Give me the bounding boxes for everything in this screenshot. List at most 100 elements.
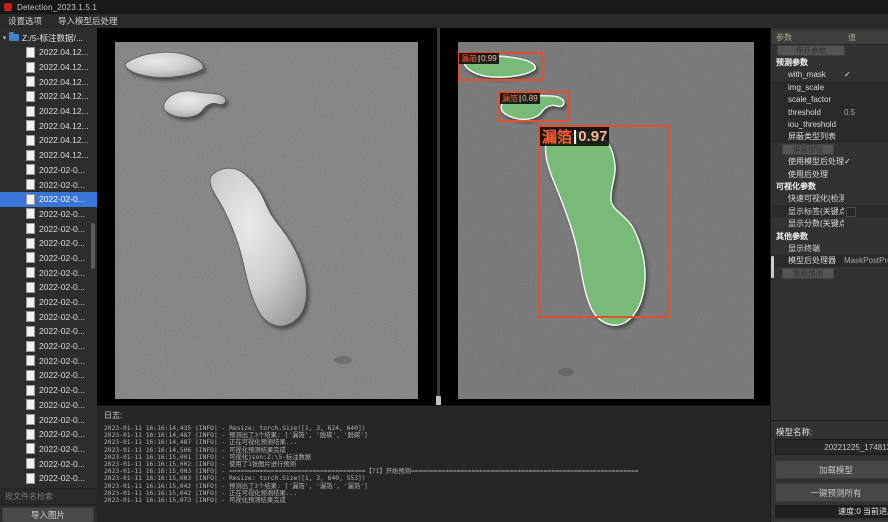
import-images-button[interactable]: 导入图片 bbox=[2, 507, 94, 522]
tree-item[interactable]: 2022.04.12... bbox=[0, 74, 97, 89]
tree-item-label: 2022-02-0... bbox=[39, 238, 85, 248]
tree-item-label: 2022.04.12... bbox=[39, 91, 89, 101]
tree-item[interactable]: 2022-02-0... bbox=[0, 412, 97, 427]
file-icon bbox=[26, 150, 35, 161]
detection-box-3 bbox=[538, 125, 669, 318]
tree-item[interactable]: 2022-02-0... bbox=[0, 221, 97, 236]
param-row[interactable]: 屏蔽类型列表 bbox=[772, 131, 888, 143]
param-row[interactable]: 显示分数(关键点) bbox=[772, 217, 888, 229]
chevron-down-icon[interactable]: ▾ bbox=[0, 34, 9, 42]
tree-item[interactable]: 2022.04.12... bbox=[0, 104, 97, 119]
tree-item[interactable]: 2022-02-0... bbox=[0, 368, 97, 383]
file-icon bbox=[26, 385, 35, 396]
file-tree[interactable]: ▾ Z:/5-标注数据/... 2022.04.12...2022.04.12.… bbox=[0, 30, 97, 488]
tree-root[interactable]: ▾ Z:/5-标注数据/... bbox=[0, 30, 97, 45]
tree-item[interactable]: 2022-02-0... bbox=[0, 177, 97, 192]
predict-all-button[interactable]: 一键预测所有 bbox=[775, 483, 888, 502]
param-row[interactable]: img_scale bbox=[772, 81, 888, 93]
param-row[interactable]: scale_factor bbox=[772, 94, 888, 106]
param-row[interactable]: 模型后处理器MaskPostPro bbox=[772, 255, 888, 267]
param-row[interactable]: with_mask✓ bbox=[772, 69, 888, 81]
file-icon bbox=[26, 370, 35, 381]
tree-item[interactable]: 2022-02-0... bbox=[0, 251, 97, 266]
file-icon bbox=[26, 414, 35, 425]
file-icon bbox=[26, 341, 35, 352]
tree-item[interactable]: 2022.04.12... bbox=[0, 89, 97, 104]
tree-item[interactable]: 2022-02-0... bbox=[0, 236, 97, 251]
tree-item-label: 2022.04.12... bbox=[39, 77, 89, 87]
tree-item[interactable]: 2022.04.12... bbox=[0, 133, 97, 148]
tree-item-label: 2022.04.12... bbox=[39, 150, 89, 160]
tree-item[interactable]: 2022.04.12... bbox=[0, 45, 97, 60]
param-section[interactable]: 其他参数 bbox=[772, 230, 888, 242]
file-icon bbox=[26, 120, 35, 131]
tree-item-label: 2022-02-0... bbox=[39, 341, 85, 351]
file-icon bbox=[26, 473, 35, 484]
param-action-button[interactable]: 屏蔽按钮 bbox=[782, 144, 834, 155]
tree-item[interactable]: 2022-02-0... bbox=[0, 471, 97, 486]
menu-item-1[interactable]: 设置选项 bbox=[0, 14, 50, 28]
param-row[interactable]: 快速可视化(检测) bbox=[772, 193, 888, 205]
tree-item-label: 2022-02-0... bbox=[39, 400, 85, 410]
param-button-row[interactable]: 重新预测 bbox=[772, 267, 888, 279]
model-name-input[interactable] bbox=[775, 439, 888, 455]
tree-item[interactable]: 2022.04.12... bbox=[0, 148, 97, 163]
param-row[interactable]: 使用模型后处理✓ bbox=[772, 156, 888, 168]
param-row[interactable]: iou_threshold bbox=[772, 118, 888, 130]
tree-item[interactable]: 2022-02-0... bbox=[0, 207, 97, 222]
param-row[interactable]: 显示终端 bbox=[772, 242, 888, 254]
detection-label-2: 漏箔|0.89 bbox=[500, 93, 540, 104]
save-params-button[interactable]: 保存参数 bbox=[777, 45, 845, 56]
tree-item-label: 2022-02-0... bbox=[39, 473, 85, 483]
param-checkbox[interactable] bbox=[846, 207, 856, 217]
param-row[interactable]: 显示标签(关键点) bbox=[772, 205, 888, 217]
param-row[interactable]: 使用后处理 bbox=[772, 168, 888, 180]
app-logo-icon bbox=[4, 3, 12, 11]
param-label: threshold bbox=[772, 108, 844, 117]
param-section[interactable]: 可视化参数 bbox=[772, 180, 888, 192]
search-input[interactable] bbox=[1, 488, 98, 505]
detection-score: 0.99 bbox=[481, 54, 497, 63]
tree-item[interactable]: 2022-02-0... bbox=[0, 309, 97, 324]
tree-item[interactable]: 2022-02-0... bbox=[0, 280, 97, 295]
param-section-label: 其他参数 bbox=[772, 231, 808, 242]
tree-item[interactable]: 2022-02-0... bbox=[0, 324, 97, 339]
param-label: 使用模型后处理 bbox=[772, 156, 844, 167]
sidebar-scrollbar[interactable] bbox=[91, 223, 95, 269]
param-value: ✓ bbox=[844, 70, 888, 79]
params-header-param: 参数 bbox=[772, 32, 844, 43]
tree-item[interactable]: 2022-02-0... bbox=[0, 442, 97, 457]
log-line: 2023-01-11 16:16:15,003 |INFO| - =======… bbox=[104, 468, 770, 475]
tree-item[interactable]: 2022-02-0... bbox=[0, 339, 97, 354]
tree-item[interactable]: 2022-02-0... bbox=[0, 163, 97, 178]
tree-item[interactable]: 2022-02-0... bbox=[0, 456, 97, 471]
file-icon bbox=[26, 282, 35, 293]
menu-item-2[interactable]: 导入模型后处理 bbox=[50, 14, 126, 28]
file-icon bbox=[26, 311, 35, 322]
log-line: 2023-01-11 16:16:15,073 |INFO| - 可视化预测结果… bbox=[104, 497, 770, 504]
log-line: 2023-01-11 16:16:15,003 |INFO| - Resize:… bbox=[104, 475, 770, 482]
tree-item[interactable]: 2022-02-0... bbox=[0, 398, 97, 413]
tree-item[interactable]: 2022.04.12... bbox=[0, 118, 97, 133]
param-value: MaskPostPro bbox=[844, 256, 888, 265]
param-button-row[interactable]: 屏蔽按钮 bbox=[772, 143, 888, 155]
app-window: Detection_2023.1.5.1 设置选项导入模型后处理 ▾ Z:/5-… bbox=[0, 0, 888, 522]
params-scrollbar[interactable] bbox=[771, 256, 774, 278]
tree-item[interactable]: 2022-02-0... bbox=[0, 295, 97, 310]
file-icon bbox=[26, 47, 35, 58]
tree-item-selected[interactable]: 2022-02-0... bbox=[0, 192, 97, 207]
param-action-button[interactable]: 重新预测 bbox=[782, 268, 834, 279]
tree-item[interactable]: 2022.04.12... bbox=[0, 60, 97, 75]
tree-item[interactable]: 2022-02-0... bbox=[0, 265, 97, 280]
tree-item[interactable]: 2022-02-0... bbox=[0, 383, 97, 398]
param-row[interactable]: threshold0.5 bbox=[772, 106, 888, 118]
param-section[interactable]: 预测参数 bbox=[772, 56, 888, 68]
tree-item[interactable]: 2022-02-0... bbox=[0, 427, 97, 442]
file-icon bbox=[26, 208, 35, 219]
tree-item[interactable]: 2022-02-0... bbox=[0, 353, 97, 368]
log-console[interactable]: 日志: 2023-01-11 16:16:14,435 |INFO| - Res… bbox=[97, 405, 770, 522]
load-model-button[interactable]: 加载模型 bbox=[775, 460, 888, 479]
image-splitter[interactable] bbox=[437, 28, 440, 405]
file-icon bbox=[26, 355, 35, 366]
tree-item-label: 2022.04.12... bbox=[39, 62, 89, 72]
